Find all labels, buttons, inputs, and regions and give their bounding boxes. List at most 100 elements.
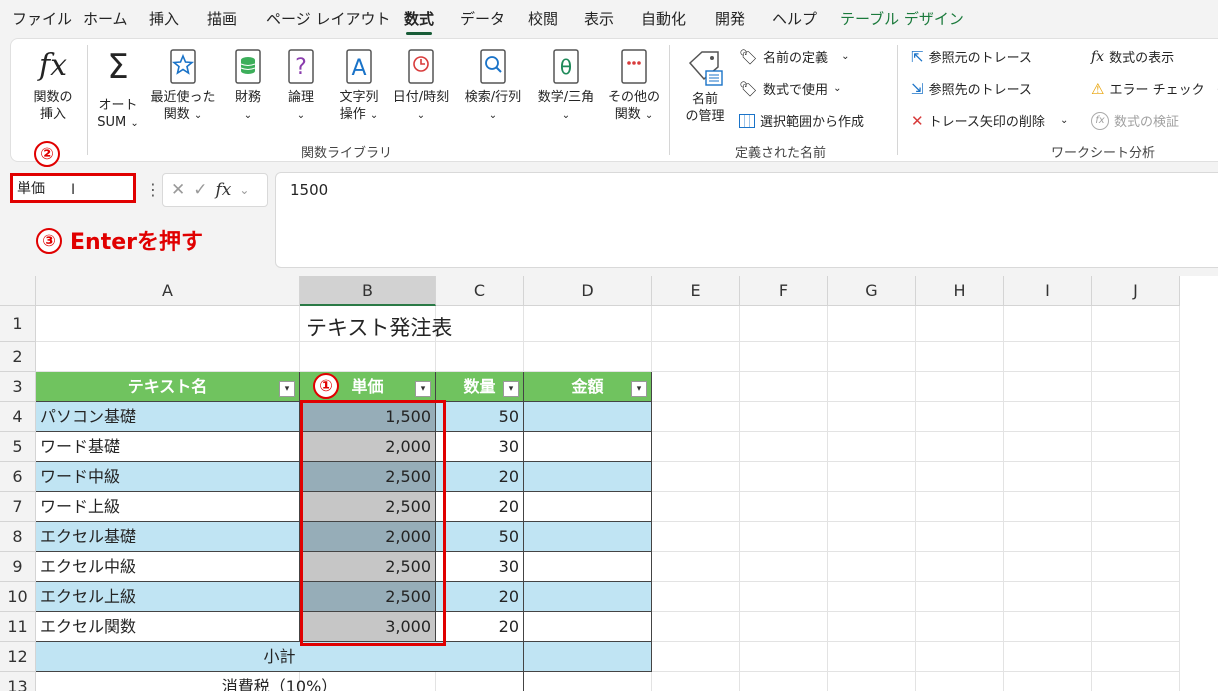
cell[interactable]	[436, 342, 524, 372]
row-header-8[interactable]: 8	[0, 522, 36, 552]
tab-insert[interactable]: 挿入	[149, 8, 179, 29]
select-all-corner[interactable]	[0, 276, 36, 306]
cell[interactable]	[828, 402, 916, 432]
row-header-7[interactable]: 7	[0, 492, 36, 522]
cell[interactable]	[740, 672, 828, 691]
amount-cell[interactable]	[524, 552, 652, 582]
quantity-cell[interactable]: 20	[436, 492, 524, 522]
table-header-0[interactable]: テキスト名 ▾	[36, 372, 300, 402]
cell[interactable]	[300, 342, 436, 372]
cell[interactable]	[1092, 672, 1180, 691]
filter-dropdown-icon[interactable]: ▾	[415, 381, 431, 397]
unit-price-cell[interactable]: 3,000	[300, 612, 436, 642]
cell[interactable]	[828, 582, 916, 612]
tab-automate[interactable]: 自動化	[641, 8, 686, 29]
cell[interactable]	[1092, 432, 1180, 462]
row-header-1[interactable]: 1	[0, 306, 36, 342]
cell[interactable]	[36, 306, 300, 342]
item-name-cell[interactable]: エクセル基礎	[36, 522, 300, 552]
cell[interactable]	[828, 552, 916, 582]
cell[interactable]	[916, 402, 1004, 432]
autosum-button[interactable]: Σ オート SUM ⌄	[93, 49, 143, 132]
cell[interactable]	[916, 342, 1004, 372]
cell[interactable]	[652, 306, 740, 342]
cell[interactable]	[524, 672, 652, 691]
cell[interactable]	[740, 552, 828, 582]
cell[interactable]	[828, 522, 916, 552]
row-header-5[interactable]: 5	[0, 432, 36, 462]
column-header-b[interactable]: B	[300, 276, 436, 306]
cell[interactable]	[916, 462, 1004, 492]
cell[interactable]	[652, 402, 740, 432]
unit-price-cell[interactable]: 1,500	[300, 402, 436, 432]
tab-draw[interactable]: 描画	[207, 8, 237, 29]
quantity-cell[interactable]: 20	[436, 612, 524, 642]
cell[interactable]	[652, 372, 740, 402]
cell[interactable]	[740, 432, 828, 462]
row-header-6[interactable]: 6	[0, 462, 36, 492]
tab-table-design[interactable]: テーブル デザイン	[840, 8, 964, 29]
amount-cell[interactable]	[524, 402, 652, 432]
cell[interactable]	[1004, 582, 1092, 612]
check-icon[interactable]: ✓	[193, 180, 207, 200]
cell[interactable]	[1004, 642, 1092, 672]
create-from-selection-button[interactable]: 選択範囲から作成	[739, 111, 864, 130]
cell[interactable]	[740, 372, 828, 402]
sheet-title[interactable]: テキスト発注表	[306, 312, 452, 342]
cell[interactable]	[652, 432, 740, 462]
amount-cell[interactable]	[524, 522, 652, 552]
cell[interactable]	[740, 522, 828, 552]
cell[interactable]	[652, 552, 740, 582]
cell[interactable]	[828, 462, 916, 492]
cell[interactable]	[916, 582, 1004, 612]
tab-data[interactable]: データ	[460, 8, 505, 29]
use-in-formula-button[interactable]: 🏷 数式で使用 ⌄	[739, 79, 841, 99]
cell[interactable]	[1092, 552, 1180, 582]
cell[interactable]	[916, 432, 1004, 462]
tab-view[interactable]: 表示	[584, 8, 614, 29]
cell[interactable]	[740, 462, 828, 492]
amount-cell[interactable]	[524, 492, 652, 522]
cell[interactable]	[1092, 342, 1180, 372]
row-header-13[interactable]: 13	[0, 672, 36, 691]
cell[interactable]	[740, 642, 828, 672]
logical-button[interactable]: ? 論理 ⌄	[279, 49, 323, 124]
item-name-cell[interactable]: ワード上級	[36, 492, 300, 522]
cell[interactable]	[828, 672, 916, 691]
cell[interactable]	[1092, 402, 1180, 432]
row-header-2[interactable]: 2	[0, 342, 36, 372]
cell[interactable]	[740, 306, 828, 342]
amount-cell[interactable]	[524, 432, 652, 462]
text-functions-button[interactable]: A 文字列 操作 ⌄	[329, 49, 389, 124]
unit-price-cell[interactable]: 2,000	[300, 432, 436, 462]
unit-price-cell[interactable]: 2,500	[300, 492, 436, 522]
formula-input[interactable]: 1500	[275, 172, 1218, 268]
cell[interactable]	[916, 552, 1004, 582]
quantity-cell[interactable]: 20	[436, 462, 524, 492]
cell[interactable]	[740, 342, 828, 372]
cell[interactable]	[652, 522, 740, 552]
row-header-4[interactable]: 4	[0, 402, 36, 432]
item-name-cell[interactable]: ワード中級	[36, 462, 300, 492]
cell[interactable]	[828, 342, 916, 372]
tab-review[interactable]: 校閲	[528, 8, 558, 29]
tab-page-layout[interactable]: ページ レイアウト	[266, 8, 390, 29]
cell[interactable]	[828, 432, 916, 462]
column-header-g[interactable]: G	[828, 276, 916, 306]
column-header-j[interactable]: J	[1092, 276, 1180, 306]
show-formulas-button[interactable]: fx 数式の表示	[1091, 47, 1174, 67]
tab-developer[interactable]: 開発	[715, 8, 745, 29]
cell[interactable]	[1004, 522, 1092, 552]
unit-price-cell[interactable]: 2,500	[300, 582, 436, 612]
formula-bar-grip-icon[interactable]: ⋮	[145, 180, 161, 199]
tab-home[interactable]: ホーム	[83, 8, 128, 29]
cell[interactable]	[916, 492, 1004, 522]
quantity-cell[interactable]: 30	[436, 552, 524, 582]
insert-function-icon[interactable]: fx	[216, 180, 232, 200]
cell[interactable]	[740, 612, 828, 642]
tax-label-cell[interactable]: 消費税（10%）	[36, 672, 524, 691]
name-box[interactable]: 単価 Ι	[10, 173, 136, 203]
cell[interactable]	[652, 612, 740, 642]
trace-dependents-button[interactable]: ⇲ 参照先のトレース	[911, 79, 1032, 99]
row-header-10[interactable]: 10	[0, 582, 36, 612]
